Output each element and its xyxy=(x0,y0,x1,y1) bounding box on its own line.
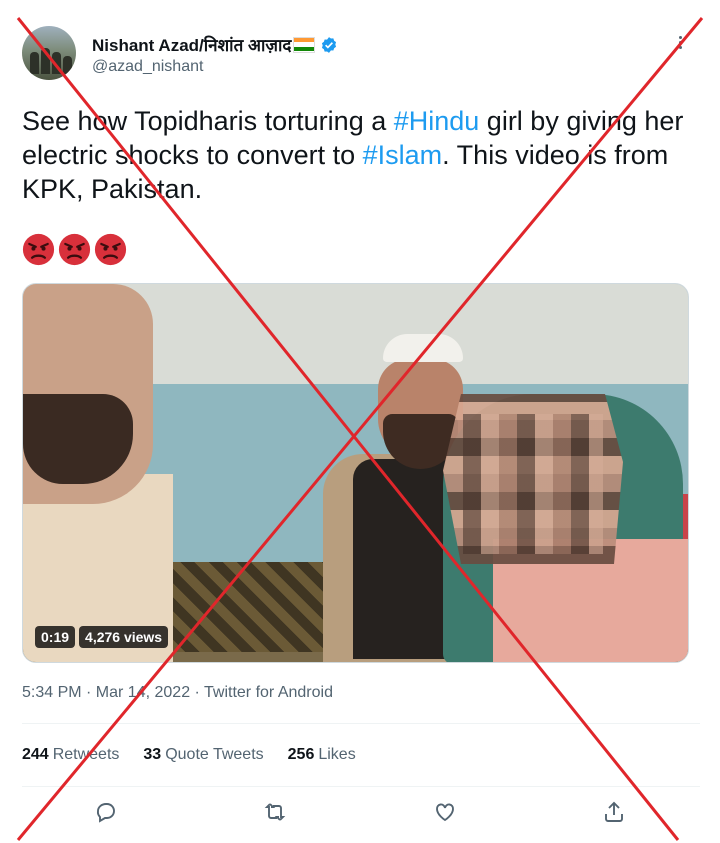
author-display-name[interactable]: Nishant Azad/निशांत आज़ाद xyxy=(92,33,291,56)
video-badges: 0:19 4,276 views xyxy=(35,626,169,648)
tweet-timestamp[interactable]: 5:34 PM · Mar 14, 2022 · Twitter for And… xyxy=(22,684,333,702)
tweet-stats: 244 Retweets 33 Quote Tweets 256 Likes xyxy=(22,746,356,764)
verified-badge-icon xyxy=(322,36,337,53)
author-display-name-row[interactable]: Nishant Azad/निशांत आज़ाद xyxy=(92,33,338,56)
angry-face-icon xyxy=(58,233,91,266)
retweet-icon[interactable] xyxy=(263,800,289,826)
likes-label: Likes xyxy=(318,746,356,763)
author-handle[interactable]: @azad_nishant xyxy=(92,58,203,76)
hashtag-islam-link[interactable]: #Islam xyxy=(363,140,443,170)
emoji-row xyxy=(22,233,127,266)
retweets-stat[interactable]: 244 Retweets xyxy=(22,746,119,764)
more-options-icon[interactable] xyxy=(670,34,690,54)
share-icon[interactable] xyxy=(602,800,628,826)
hashtag-hindu-link[interactable]: #Hindu xyxy=(394,106,480,136)
likes-stat[interactable]: 256 Likes xyxy=(288,746,356,764)
video-duration-badge: 0:19 xyxy=(35,626,76,648)
video-player[interactable]: 0:19 4,276 views xyxy=(22,283,689,663)
retweets-count: 244 xyxy=(22,746,49,763)
quote-tweets-count: 33 xyxy=(143,746,162,763)
angry-face-icon xyxy=(94,233,127,266)
quote-tweets-stat[interactable]: 33 Quote Tweets xyxy=(143,746,263,764)
retweets-label: Retweets xyxy=(52,746,120,763)
tweet-card: Nishant Azad/निशांत आज़ाद @azad_nishant … xyxy=(0,0,720,843)
video-views-badge: 4,276 views xyxy=(79,626,169,648)
divider xyxy=(22,723,700,724)
avatar[interactable] xyxy=(22,26,76,80)
tweet-actions xyxy=(22,800,700,826)
quote-tweets-label: Quote Tweets xyxy=(165,746,264,763)
likes-count: 256 xyxy=(287,746,315,763)
angry-face-icon xyxy=(22,233,55,266)
tweet-text: See how Topidharis torturing a #Hindu gi… xyxy=(22,104,702,206)
reply-icon[interactable] xyxy=(94,800,120,826)
india-flag-icon xyxy=(293,36,316,53)
tweet-text-part: See how Topidharis torturing a xyxy=(22,106,394,136)
divider xyxy=(22,786,700,787)
like-icon[interactable] xyxy=(433,800,459,826)
